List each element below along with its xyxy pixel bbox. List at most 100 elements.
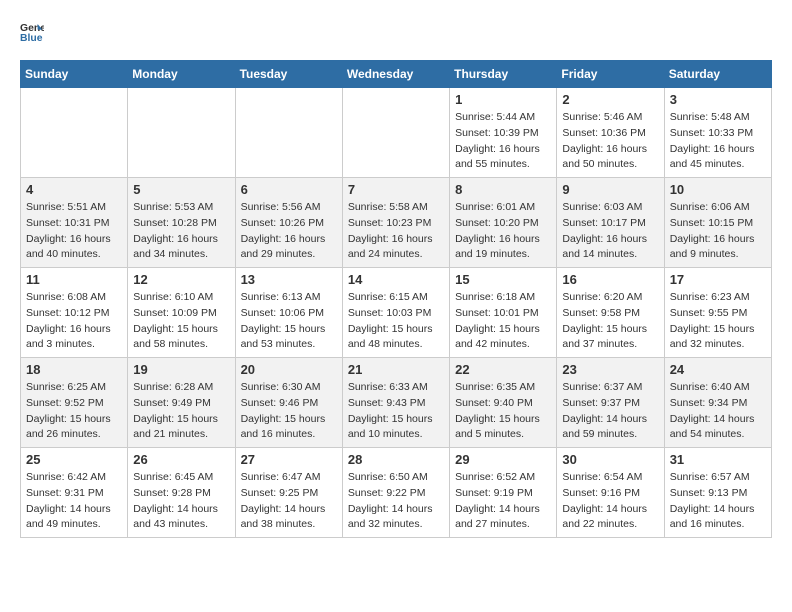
day-info: Sunrise: 6:13 AM Sunset: 10:06 PM Daylig… [241, 290, 337, 353]
day-info: Sunrise: 6:37 AM Sunset: 9:37 PM Dayligh… [562, 380, 658, 443]
day-number: 6 [241, 182, 337, 197]
day-info: Sunrise: 6:35 AM Sunset: 9:40 PM Dayligh… [455, 380, 551, 443]
day-info: Sunrise: 6:06 AM Sunset: 10:15 PM Daylig… [670, 200, 766, 263]
logo-icon: General Blue [20, 20, 44, 44]
day-number: 5 [133, 182, 229, 197]
calendar-cell: 16 Sunrise: 6:20 AM Sunset: 9:58 PM Dayli… [557, 268, 664, 358]
day-number: 2 [562, 92, 658, 107]
day-number: 14 [348, 272, 444, 287]
day-of-week-header: Tuesday [235, 61, 342, 88]
calendar-cell: 3Sunrise: 5:48 AM Sunset: 10:33 PM Dayli… [664, 88, 771, 178]
calendar-cell: 27 Sunrise: 6:47 AM Sunset: 9:25 PM Dayli… [235, 448, 342, 538]
day-number: 12 [133, 272, 229, 287]
day-info: Sunrise: 5:46 AM Sunset: 10:36 PM Daylig… [562, 110, 658, 173]
day-number: 8 [455, 182, 551, 197]
calendar-cell: 25 Sunrise: 6:42 AM Sunset: 9:31 PM Dayli… [21, 448, 128, 538]
day-number: 28 [348, 452, 444, 467]
day-number: 13 [241, 272, 337, 287]
day-info: Sunrise: 6:10 AM Sunset: 10:09 PM Daylig… [133, 290, 229, 353]
day-number: 20 [241, 362, 337, 377]
day-number: 18 [26, 362, 122, 377]
calendar-cell: 19 Sunrise: 6:28 AM Sunset: 9:49 PM Dayli… [128, 358, 235, 448]
day-number: 26 [133, 452, 229, 467]
calendar-cell: 22Sunrise: 6:35 AM Sunset: 9:40 PM Dayli… [450, 358, 557, 448]
day-info: Sunrise: 6:01 AM Sunset: 10:20 PM Daylig… [455, 200, 551, 263]
day-info: Sunrise: 6:08 AM Sunset: 10:12 PM Daylig… [26, 290, 122, 353]
day-info: Sunrise: 5:44 AM Sunset: 10:39 PM Daylig… [455, 110, 551, 173]
calendar-cell: 4Sunrise: 5:51 AM Sunset: 10:31 PM Dayli… [21, 178, 128, 268]
day-info: Sunrise: 6:25 AM Sunset: 9:52 PM Dayligh… [26, 380, 122, 443]
day-info: Sunrise: 6:40 AM Sunset: 9:34 PM Dayligh… [670, 380, 766, 443]
calendar-cell [21, 88, 128, 178]
page-header: General Blue [20, 20, 772, 44]
day-number: 1 [455, 92, 551, 107]
calendar-cell: 9Sunrise: 6:03 AM Sunset: 10:17 PM Dayli… [557, 178, 664, 268]
day-number: 19 [133, 362, 229, 377]
day-info: Sunrise: 6:20 AM Sunset: 9:58 PM Dayligh… [562, 290, 658, 353]
calendar-cell: 28 Sunrise: 6:50 AM Sunset: 9:22 PM Dayli… [342, 448, 449, 538]
day-number: 11 [26, 272, 122, 287]
svg-text:Blue: Blue [20, 33, 43, 44]
day-info: Sunrise: 5:56 AM Sunset: 10:26 PM Daylig… [241, 200, 337, 263]
day-info: Sunrise: 6:33 AM Sunset: 9:43 PM Dayligh… [348, 380, 444, 443]
day-info: Sunrise: 6:57 AM Sunset: 9:13 PM Dayligh… [670, 470, 766, 533]
day-info: Sunrise: 6:42 AM Sunset: 9:31 PM Dayligh… [26, 470, 122, 533]
calendar-cell: 18 Sunrise: 6:25 AM Sunset: 9:52 PM Dayli… [21, 358, 128, 448]
calendar-cell: 7 Sunrise: 5:58 AM Sunset: 10:23 PM Dayli… [342, 178, 449, 268]
calendar-cell: 23 Sunrise: 6:37 AM Sunset: 9:37 PM Dayli… [557, 358, 664, 448]
calendar-cell: 8 Sunrise: 6:01 AM Sunset: 10:20 PM Dayli… [450, 178, 557, 268]
day-info: Sunrise: 6:54 AM Sunset: 9:16 PM Dayligh… [562, 470, 658, 533]
day-number: 3 [670, 92, 766, 107]
day-number: 31 [670, 452, 766, 467]
calendar-cell: 17Sunrise: 6:23 AM Sunset: 9:55 PM Dayli… [664, 268, 771, 358]
day-info: Sunrise: 6:45 AM Sunset: 9:28 PM Dayligh… [133, 470, 229, 533]
day-of-week-header: Thursday [450, 61, 557, 88]
day-info: Sunrise: 6:23 AM Sunset: 9:55 PM Dayligh… [670, 290, 766, 353]
calendar-week-row: 25 Sunrise: 6:42 AM Sunset: 9:31 PM Dayli… [21, 448, 772, 538]
calendar-cell: 6 Sunrise: 5:56 AM Sunset: 10:26 PM Dayli… [235, 178, 342, 268]
calendar-cell: 10Sunrise: 6:06 AM Sunset: 10:15 PM Dayl… [664, 178, 771, 268]
day-number: 25 [26, 452, 122, 467]
calendar-cell: 5 Sunrise: 5:53 AM Sunset: 10:28 PM Dayli… [128, 178, 235, 268]
calendar-week-row: 11 Sunrise: 6:08 AM Sunset: 10:12 PM Dayl… [21, 268, 772, 358]
day-of-week-header: Sunday [21, 61, 128, 88]
day-number: 24 [670, 362, 766, 377]
calendar-cell [342, 88, 449, 178]
day-info: Sunrise: 6:52 AM Sunset: 9:19 PM Dayligh… [455, 470, 551, 533]
day-number: 15 [455, 272, 551, 287]
calendar-cell: 12 Sunrise: 6:10 AM Sunset: 10:09 PM Dayl… [128, 268, 235, 358]
day-number: 21 [348, 362, 444, 377]
day-info: Sunrise: 6:50 AM Sunset: 9:22 PM Dayligh… [348, 470, 444, 533]
calendar-cell: 21 Sunrise: 6:33 AM Sunset: 9:43 PM Dayli… [342, 358, 449, 448]
day-info: Sunrise: 5:58 AM Sunset: 10:23 PM Daylig… [348, 200, 444, 263]
day-number: 4 [26, 182, 122, 197]
calendar-header-row: SundayMondayTuesdayWednesdayThursdayFrid… [21, 61, 772, 88]
day-of-week-header: Saturday [664, 61, 771, 88]
calendar-cell [235, 88, 342, 178]
day-number: 29 [455, 452, 551, 467]
calendar-cell: 29 Sunrise: 6:52 AM Sunset: 9:19 PM Dayli… [450, 448, 557, 538]
day-info: Sunrise: 5:53 AM Sunset: 10:28 PM Daylig… [133, 200, 229, 263]
calendar-cell [128, 88, 235, 178]
day-number: 7 [348, 182, 444, 197]
calendar-table: SundayMondayTuesdayWednesdayThursdayFrid… [20, 60, 772, 538]
calendar-cell: 30Sunrise: 6:54 AM Sunset: 9:16 PM Dayli… [557, 448, 664, 538]
day-info: Sunrise: 6:30 AM Sunset: 9:46 PM Dayligh… [241, 380, 337, 443]
day-info: Sunrise: 6:47 AM Sunset: 9:25 PM Dayligh… [241, 470, 337, 533]
day-of-week-header: Friday [557, 61, 664, 88]
calendar-cell: 2 Sunrise: 5:46 AM Sunset: 10:36 PM Dayli… [557, 88, 664, 178]
calendar-week-row: 18 Sunrise: 6:25 AM Sunset: 9:52 PM Dayli… [21, 358, 772, 448]
calendar-week-row: 1 Sunrise: 5:44 AM Sunset: 10:39 PM Dayli… [21, 88, 772, 178]
day-number: 23 [562, 362, 658, 377]
calendar-cell: 20 Sunrise: 6:30 AM Sunset: 9:46 PM Dayli… [235, 358, 342, 448]
day-number: 27 [241, 452, 337, 467]
calendar-cell: 1 Sunrise: 5:44 AM Sunset: 10:39 PM Dayli… [450, 88, 557, 178]
calendar-cell: 11 Sunrise: 6:08 AM Sunset: 10:12 PM Dayl… [21, 268, 128, 358]
day-info: Sunrise: 6:03 AM Sunset: 10:17 PM Daylig… [562, 200, 658, 263]
day-info: Sunrise: 6:28 AM Sunset: 9:49 PM Dayligh… [133, 380, 229, 443]
day-of-week-header: Monday [128, 61, 235, 88]
day-info: Sunrise: 6:18 AM Sunset: 10:01 PM Daylig… [455, 290, 551, 353]
calendar-week-row: 4Sunrise: 5:51 AM Sunset: 10:31 PM Dayli… [21, 178, 772, 268]
day-number: 16 [562, 272, 658, 287]
logo: General Blue [20, 20, 44, 44]
